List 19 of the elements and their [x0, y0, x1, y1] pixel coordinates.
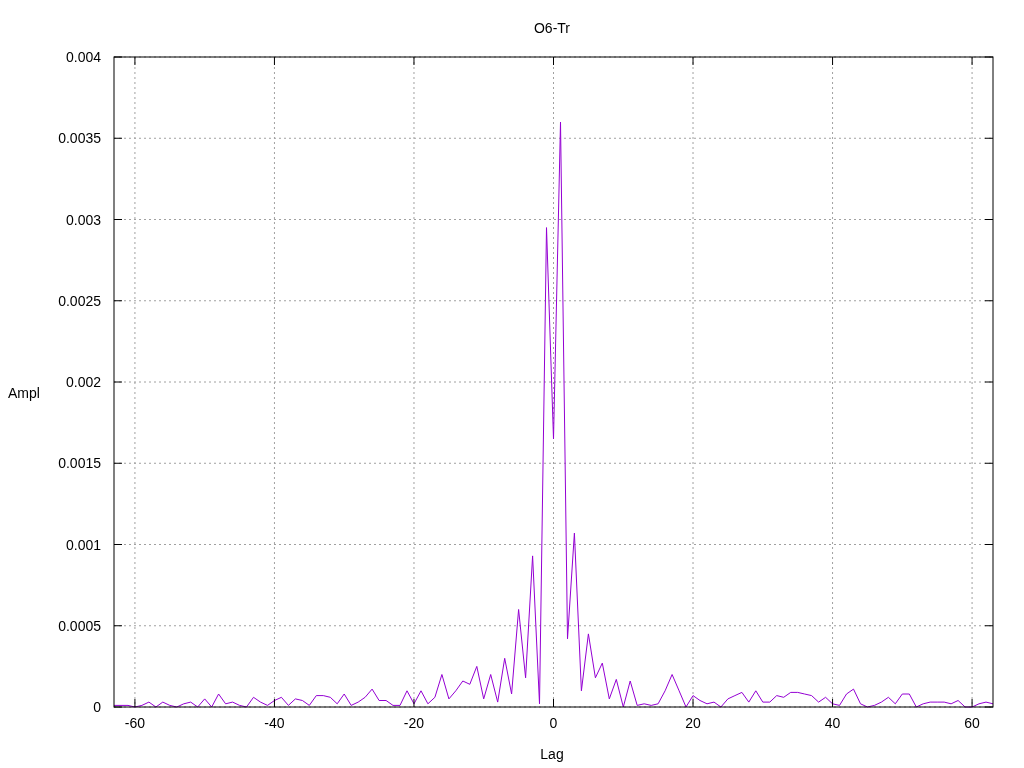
- y-tick-label: 0.001: [65, 536, 101, 553]
- y-tick-label: 0.004: [65, 49, 101, 65]
- x-axis-label: Lag: [540, 746, 564, 762]
- x-tick-label: 0: [549, 715, 558, 731]
- y-axis-label: Ampl: [8, 385, 40, 401]
- x-tick-label: 40: [824, 715, 841, 731]
- y-tick-label: 0.003: [65, 211, 101, 228]
- x-tick-label: 20: [685, 715, 701, 731]
- x-tick-label: 60: [964, 715, 980, 731]
- y-tick-label: 0: [93, 699, 101, 715]
- y-tick-label: 0.0015: [58, 455, 101, 472]
- y-tick-label: 0.0005: [58, 617, 101, 634]
- chart-title: O6-Tr: [534, 20, 570, 36]
- x-tick-label: -60: [124, 715, 146, 731]
- y-tick-label: 0.002: [65, 374, 101, 390]
- y-tick-label: 0.0035: [58, 130, 101, 147]
- x-tick-label: -20: [403, 715, 425, 731]
- y-tick-label: 0.0025: [58, 292, 101, 309]
- x-tick-label: -40: [264, 715, 285, 731]
